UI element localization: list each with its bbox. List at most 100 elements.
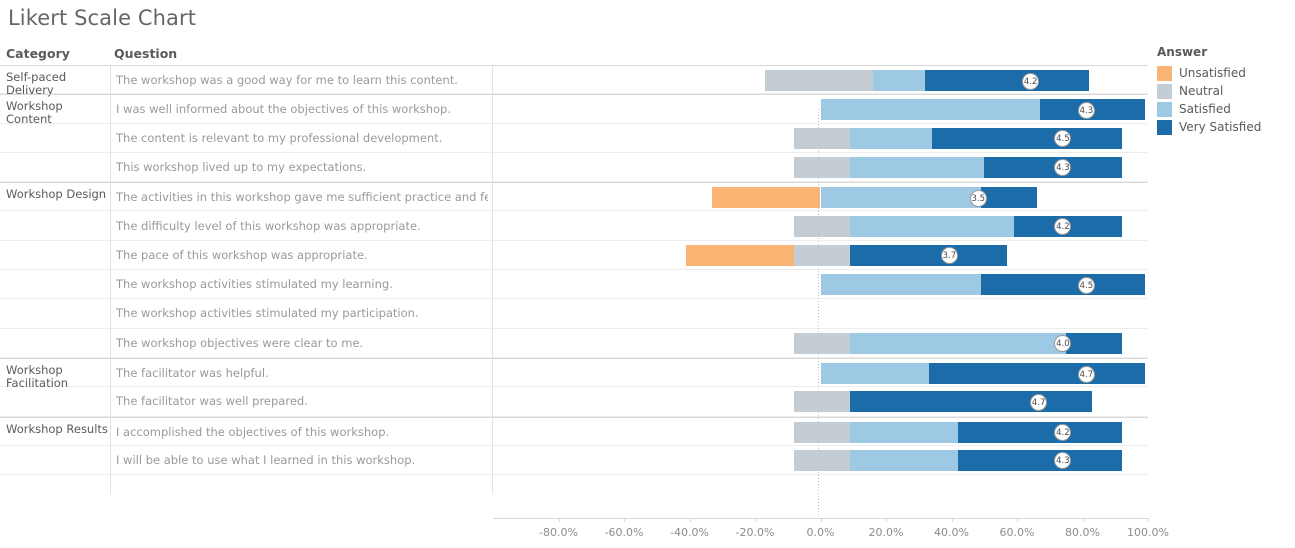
bar-segment-unsatisfied[interactable] (686, 244, 795, 266)
legend-items: Unsatisfied Neutral Satisfied Very Satisfie… (1157, 64, 1287, 136)
legend-item[interactable]: Very Satisfied (1157, 118, 1287, 136)
score-badge[interactable]: 4.7 (1077, 365, 1095, 383)
bar-segment-satisfied[interactable] (820, 363, 929, 384)
score-badge[interactable]: 4.7 (1030, 393, 1048, 411)
bar-segment-very-satisfied[interactable] (984, 156, 1122, 178)
bar-track: 4.3 (493, 153, 1148, 181)
question-label: The activities in this workshop gave me … (116, 190, 488, 205)
bar-segment-satisfied[interactable] (849, 127, 932, 149)
question-label: I accomplished the objectives of this wo… (116, 424, 390, 439)
legend-label: Neutral (1179, 84, 1224, 98)
question-label: The difficulty level of this workshop wa… (116, 218, 421, 233)
tick-label: 60.0% (999, 526, 1035, 539)
tick-mark (624, 518, 625, 522)
bar-segment-unsatisfied[interactable] (712, 187, 821, 209)
bar-segment-very-satisfied[interactable] (849, 244, 1008, 266)
category-label: Workshop Facilitation (6, 363, 69, 390)
bar-segment-neutral[interactable] (764, 70, 873, 91)
bar-track: 4.2 (493, 212, 1148, 240)
column-header-question[interactable]: Question (114, 46, 177, 61)
bar-segment-very-satisfied[interactable] (980, 274, 1145, 296)
legend-label: Unsatisfied (1179, 66, 1246, 80)
bar-segment-very-satisfied[interactable] (925, 70, 1090, 91)
bar-track (493, 299, 1148, 327)
legend-item[interactable]: Satisfied (1157, 100, 1287, 118)
tick-label: 80.0% (1065, 526, 1100, 539)
legend-label: Very Satisfied (1179, 120, 1262, 134)
legend-item[interactable]: Neutral (1157, 82, 1287, 100)
bar-segment-very-satisfied[interactable] (928, 363, 1145, 384)
tick-mark (1082, 518, 1084, 522)
bar-track: 4.7 (493, 359, 1148, 386)
bar-segment-satisfied[interactable] (849, 449, 959, 471)
bar-segment-neutral[interactable] (794, 421, 850, 443)
table-row[interactable]: Workshop Design The activities in this wo… (0, 182, 1148, 212)
bar-segment-very-satisfied[interactable] (849, 391, 1093, 413)
tick-mark (820, 518, 822, 522)
bar-segment-satisfied[interactable] (849, 215, 1014, 237)
bar-segment-very-satisfied[interactable] (980, 187, 1037, 209)
bar-segment-very-satisfied[interactable] (1066, 332, 1122, 354)
question-label: The workshop activities stimulated my le… (116, 277, 393, 292)
x-axis: -80.0% -60.0% -40.0% -20.0% 0.0% 20.0% 40.0% 60… (0, 518, 1169, 548)
bar-segment-satisfied[interactable] (820, 99, 1040, 121)
tick-label: -60.0% (604, 526, 644, 539)
bar-segment-very-satisfied[interactable] (931, 127, 1122, 149)
bar-track: 4.7 (493, 387, 1148, 415)
bar-segment-very-satisfied[interactable] (958, 449, 1122, 471)
bar-track: 3.7 (493, 241, 1148, 269)
table-row[interactable]: The difficulty level of this workshop wa… (0, 212, 1148, 241)
bar-segment-neutral[interactable] (794, 449, 850, 471)
table-row[interactable]: The pace of this workshop was appropriat… (0, 241, 1148, 271)
table-row[interactable]: This workshop lived up to my expectation… (0, 153, 1148, 183)
bar-segment-satisfied[interactable] (849, 421, 959, 443)
bar-segment-satisfied[interactable] (849, 156, 985, 178)
bar-track: 4.0 (493, 329, 1148, 357)
bar-segment-neutral[interactable] (794, 244, 850, 266)
bar-track: 4.2 (493, 418, 1148, 445)
column-header-category[interactable]: Category (6, 46, 70, 61)
table-row[interactable]: Workshop Results I accomplished the objec… (0, 416, 1148, 446)
table-row[interactable]: I will be able to use what I learned in … (0, 446, 1148, 476)
bar-segment-neutral[interactable] (794, 332, 850, 354)
table-row[interactable]: The workshop activities stimulated my le… (0, 270, 1148, 300)
question-label: The pace of this workshop was appropriat… (116, 247, 368, 262)
table-header: Category Question (0, 44, 1148, 66)
score-badge[interactable]: 4.3 (1077, 101, 1095, 119)
tick-mark (1148, 518, 1149, 522)
tick-mark (755, 518, 756, 522)
score-badge[interactable]: 4.5 (1077, 276, 1095, 294)
bar-track: 4.5 (493, 270, 1148, 298)
bar-track: 4.3 (493, 95, 1148, 122)
bar-segment-very-satisfied[interactable] (958, 421, 1122, 443)
question-label: The workshop objectives were clear to me… (116, 335, 364, 350)
score-badge[interactable]: 4.2 (1022, 72, 1040, 90)
score-badge[interactable]: 3.5 (969, 189, 987, 207)
bar-segment-neutral[interactable] (794, 215, 850, 237)
legend-swatch-icon (1157, 83, 1172, 99)
category-label: Workshop Content (6, 99, 63, 127)
table-row[interactable]: The workshop activities stimulated my pa… (0, 299, 1148, 329)
question-label: The content is relevant to my profession… (116, 130, 443, 145)
legend-item[interactable]: Unsatisfied (1157, 64, 1287, 82)
question-label: The facilitator was helpful. (116, 366, 269, 380)
bar-segment-neutral[interactable] (794, 391, 850, 413)
bar-segment-satisfied[interactable] (820, 274, 981, 296)
bar-segment-neutral[interactable] (794, 156, 850, 178)
question-label: I was well informed about the objectives… (116, 102, 452, 117)
table-row[interactable]: Workshop Content I was well informed abou… (0, 94, 1148, 127)
question-label: The facilitator was well prepared. (116, 394, 308, 409)
table-row[interactable]: The content is relevant to my profession… (0, 124, 1148, 153)
question-label: The workshop was a good way for me to le… (116, 73, 458, 87)
bar-segment-satisfied[interactable] (820, 187, 981, 209)
table-row[interactable]: Self-paced Delivery The workshop was a go… (0, 65, 1148, 97)
bar-segment-neutral[interactable] (794, 127, 850, 149)
table-row[interactable]: The facilitator was well prepared. 4.7 (0, 387, 1148, 417)
bar-segment-satisfied[interactable] (872, 70, 926, 91)
tick-mark (689, 518, 691, 522)
table-row[interactable]: The workshop objectives were clear to me… (0, 329, 1148, 358)
tick-label: -20.0% (735, 526, 775, 539)
bar-segment-satisfied[interactable] (849, 332, 1067, 354)
table-row[interactable]: Workshop Facilitation The facilitator was… (0, 358, 1148, 390)
likert-chart: Category Question Self-paced Delivery The… (0, 44, 1169, 539)
